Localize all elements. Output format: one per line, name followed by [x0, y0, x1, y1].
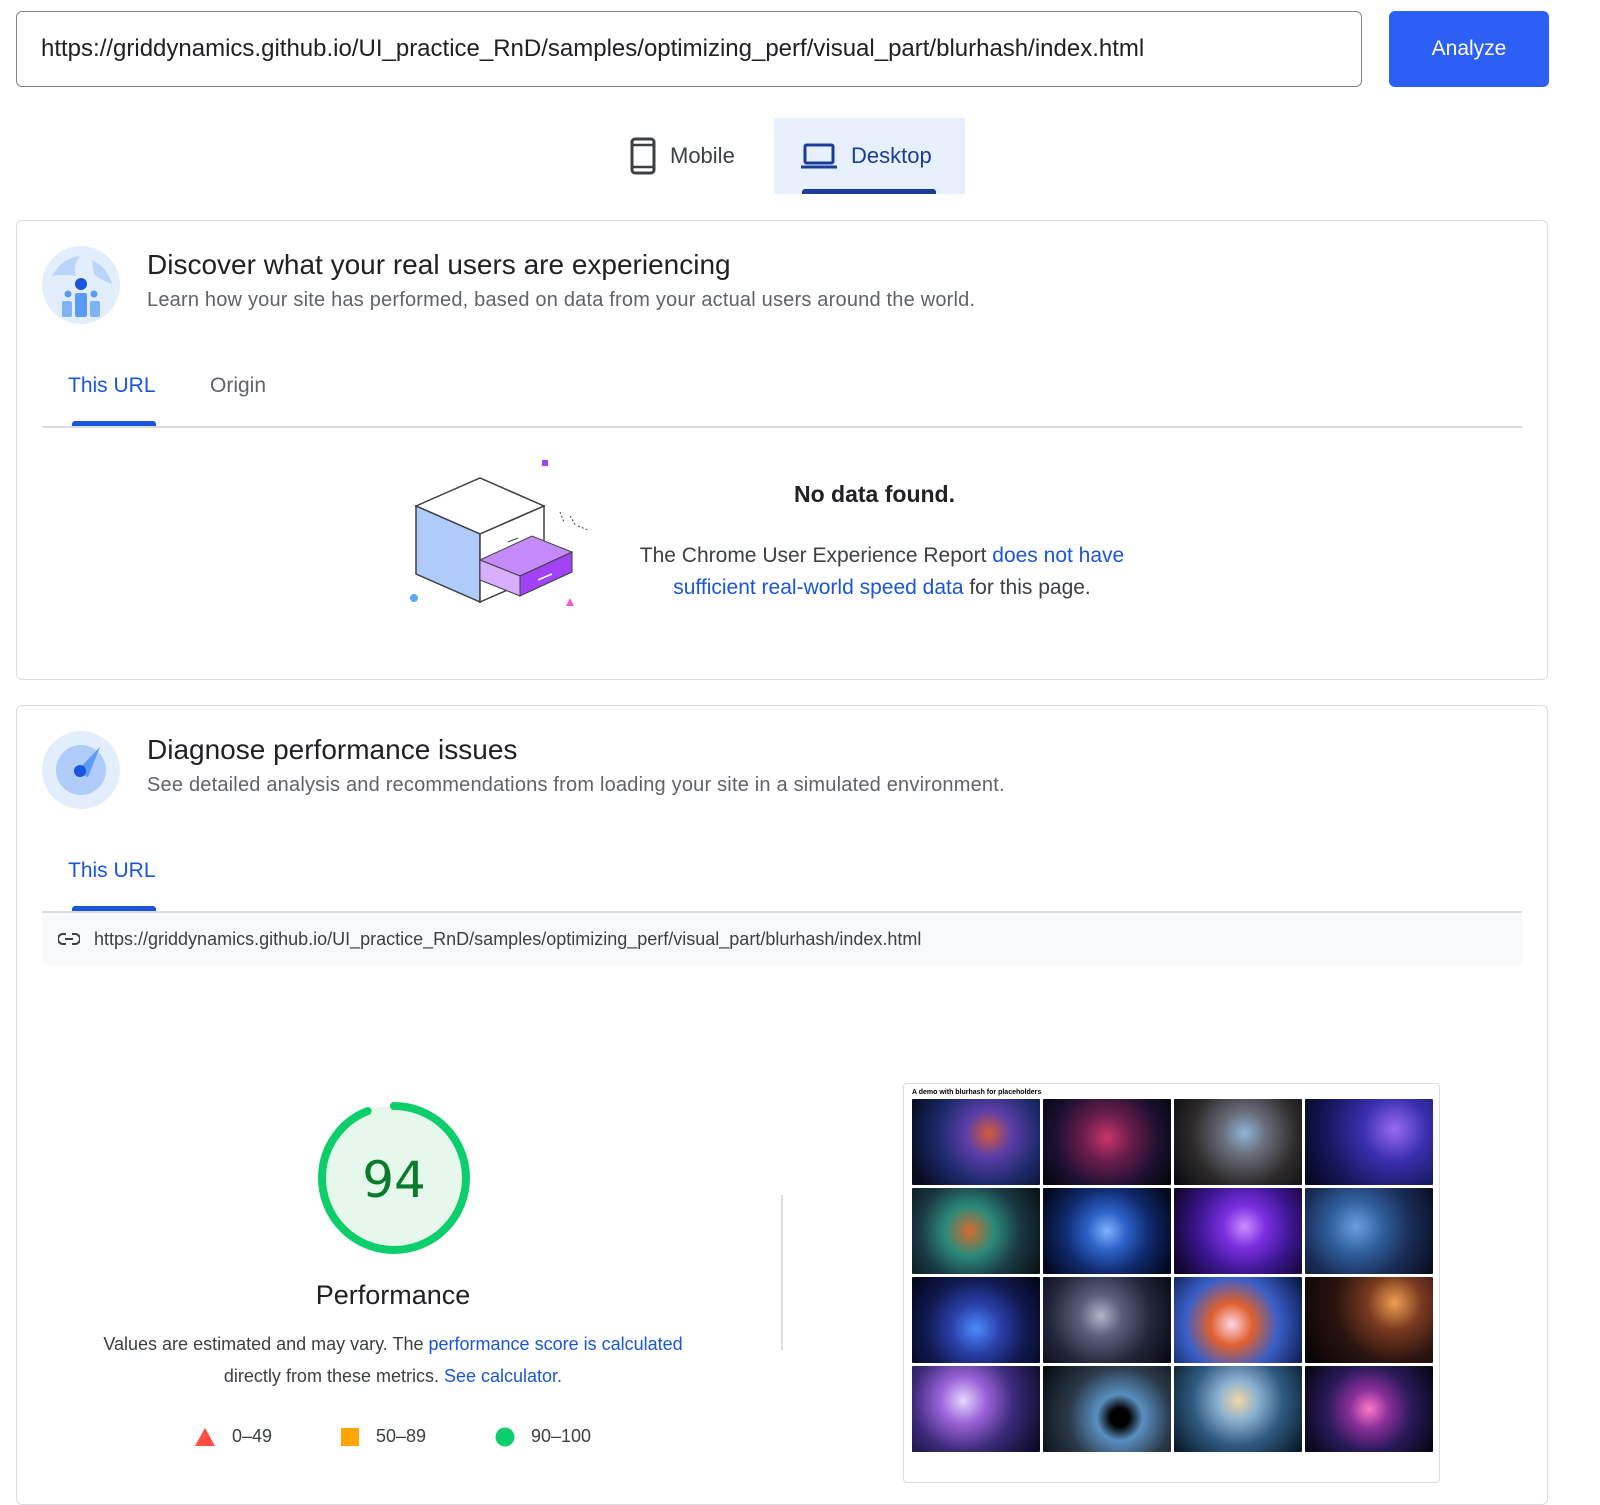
- score-calculated-link[interactable]: performance score is calculated: [429, 1334, 683, 1354]
- score-value: 94: [362, 1151, 426, 1209]
- tested-url-text: https://griddynamics.github.io/UI_practi…: [94, 928, 922, 949]
- space-image: [1305, 1188, 1433, 1274]
- space-image: [1174, 1099, 1302, 1185]
- tab-desktop[interactable]: Desktop: [774, 118, 965, 194]
- field-data-subtitle: Learn how your site has performed, based…: [147, 289, 976, 311]
- lab-data-title: Diagnose performance issues: [147, 734, 518, 765]
- space-image: [1305, 1277, 1433, 1363]
- field-data-title: Discover what your real users are experi…: [147, 249, 731, 280]
- space-image: [1305, 1099, 1433, 1185]
- url-input[interactable]: [16, 11, 1362, 87]
- space-image: [1043, 1366, 1171, 1452]
- explain-prefix: Values are estimated and may vary. The: [103, 1334, 429, 1354]
- no-data-suffix: for this page.: [963, 576, 1091, 599]
- no-data-message: The Chrome User Experience Report does n…: [610, 540, 1154, 604]
- laptop-icon: [801, 143, 837, 169]
- space-image: [1174, 1188, 1302, 1274]
- space-image: [1043, 1277, 1171, 1363]
- legend-good: 90–100: [495, 1426, 591, 1447]
- tab-mobile-label: Mobile: [670, 143, 735, 168]
- space-image: [912, 1366, 1040, 1452]
- final-screenshot[interactable]: A demo with blurhash for placeholders: [903, 1083, 1440, 1483]
- tab-divider: [42, 426, 1522, 428]
- space-image: [1174, 1277, 1302, 1363]
- lab-data-subtitle: See detailed analysis and recommendation…: [147, 774, 1005, 796]
- legend-poor: 0–49: [194, 1426, 272, 1447]
- space-image: [912, 1277, 1040, 1363]
- legend-average: 50–89: [340, 1426, 426, 1447]
- users-globe-icon: [42, 246, 120, 324]
- smartphone-icon: [630, 137, 656, 175]
- space-image: [912, 1188, 1040, 1274]
- link-icon: [58, 933, 80, 945]
- space-image: [912, 1099, 1040, 1185]
- gauge-icon: [42, 731, 120, 809]
- no-data-prefix: The Chrome User Experience Report: [639, 544, 993, 567]
- screenshot-caption: A demo with blurhash for placeholders: [912, 1089, 1042, 1096]
- tab-this-url[interactable]: This URL: [68, 374, 156, 398]
- tab-mobile[interactable]: Mobile: [614, 118, 774, 194]
- legend-poor-range: 0–49: [232, 1426, 273, 1446]
- red-triangle-icon: [195, 1427, 215, 1446]
- legend-good-range: 90–100: [531, 1426, 592, 1446]
- vertical-divider: [781, 1195, 783, 1350]
- space-image: [1174, 1366, 1302, 1452]
- green-circle-icon: [495, 1427, 515, 1446]
- performance-label: Performance: [315, 1280, 471, 1310]
- analyze-button[interactable]: Analyze: [1389, 11, 1549, 87]
- legend-average-range: 50–89: [376, 1426, 427, 1446]
- space-image: [1043, 1099, 1171, 1185]
- space-image: [1043, 1188, 1171, 1274]
- space-image: [1305, 1366, 1433, 1452]
- score-explanation: Values are estimated and may vary. The p…: [72, 1328, 714, 1392]
- no-data-title: No data found.: [794, 481, 955, 507]
- tab-lab-this-url[interactable]: This URL: [68, 859, 156, 883]
- explain-middle: directly from these metrics.: [223, 1366, 444, 1386]
- tab-desktop-label: Desktop: [851, 143, 932, 168]
- performance-score-gauge[interactable]: 94: [314, 1098, 474, 1258]
- see-calculator-link[interactable]: See calculator.: [444, 1366, 562, 1386]
- tested-url-bar: https://griddynamics.github.io/UI_practi…: [42, 913, 1522, 965]
- orange-square-icon: [341, 1427, 359, 1446]
- empty-drawer-illustration: [402, 456, 602, 612]
- screenshot-image-grid: [912, 1099, 1433, 1452]
- tab-origin[interactable]: Origin: [210, 374, 266, 398]
